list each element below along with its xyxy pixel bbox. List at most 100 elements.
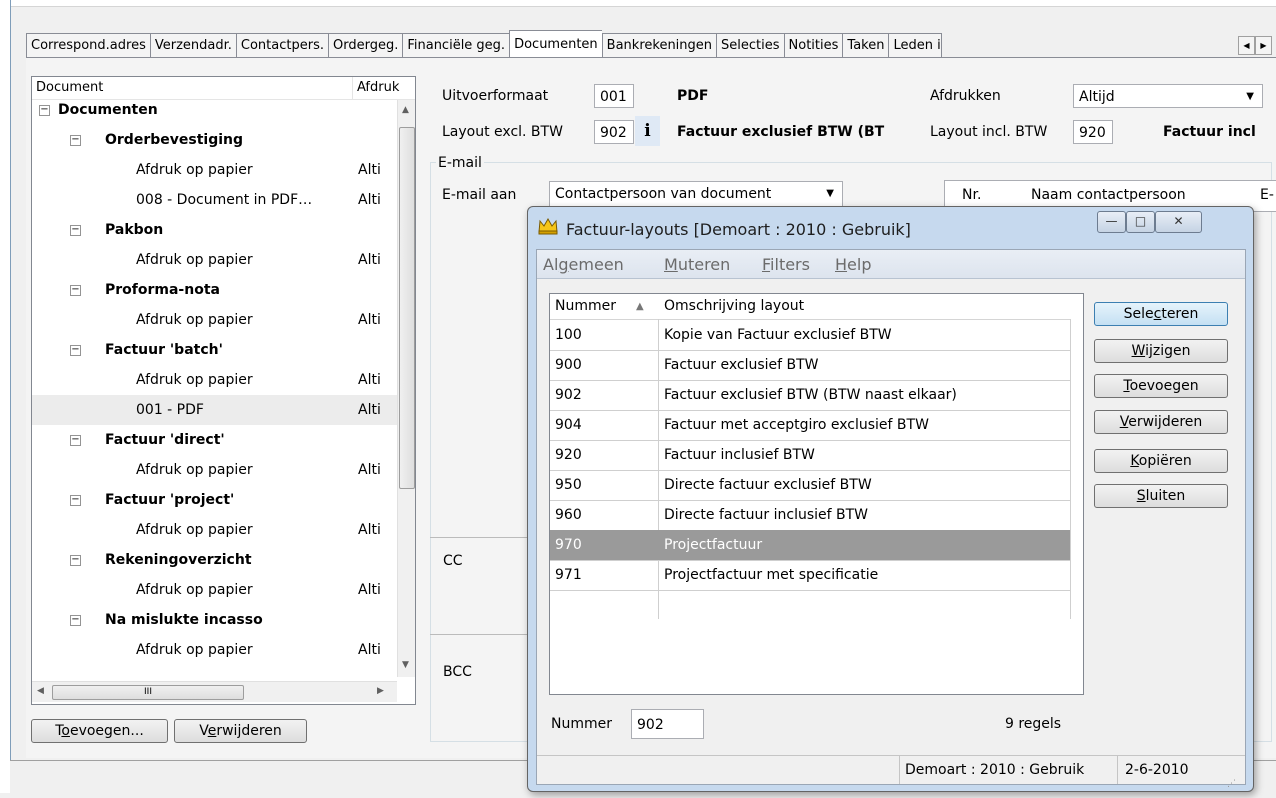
table-row[interactable]: 960 Directe factuur inclusief BTW [550, 500, 1070, 531]
tree-leaf[interactable]: Afdruk op papier Alti [32, 515, 397, 545]
column-header-naam-contactpersoon[interactable]: Naam contactpersoon [1031, 187, 1186, 203]
scroll-thumb[interactable] [399, 127, 415, 489]
table-row[interactable]: 920 Factuur inclusief BTW [550, 440, 1070, 471]
column-header-nr[interactable]: Nr. [962, 187, 981, 203]
email-aan-label: E-mail aan [442, 187, 517, 203]
delete-button[interactable]: Verwijderen [1094, 410, 1228, 434]
tree-leaf[interactable]: Afdruk op papier Alti [32, 575, 397, 605]
resize-grip-icon[interactable]: ⋰ [1227, 770, 1236, 798]
scroll-down-icon[interactable]: ▼ [402, 660, 409, 670]
cell-omschrijving: Factuur inclusief BTW [664, 447, 815, 463]
tab-notities[interactable]: Notities [783, 33, 843, 59]
chevron-down-icon: ▼ [826, 188, 834, 199]
select-button[interactable]: Selecteren [1094, 302, 1228, 326]
menu-muteren[interactable]: Muteren [664, 255, 730, 274]
tree-node-factuur-direct[interactable]: − Factuur 'direct' [32, 425, 397, 455]
email-aan-select[interactable]: Contactpersoon van document ▼ [549, 181, 843, 207]
collapse-icon[interactable]: − [70, 435, 81, 446]
column-header-nummer[interactable]: Nummer [555, 294, 616, 319]
table-row-selected[interactable]: 970 Projectfactuur [550, 530, 1070, 561]
tree-node-pakbon[interactable]: − Pakbon [32, 215, 397, 245]
scroll-right-icon[interactable]: ▶ [377, 686, 384, 696]
tree-leaf-selected[interactable]: 001 - PDF Alti [32, 395, 397, 425]
tree-leaf[interactable]: Afdruk op papier Alti [32, 155, 397, 185]
afdrukken-select[interactable]: Altijd ▼ [1073, 84, 1263, 108]
cell-omschrijving: Factuur met acceptgiro exclusief BTW [664, 417, 929, 433]
menu-algemeen[interactable]: Algemeen [543, 255, 624, 274]
collapse-icon[interactable]: − [70, 225, 81, 236]
tab-selecties[interactable]: Selecties [716, 33, 784, 59]
collapse-icon[interactable]: − [70, 615, 81, 626]
tab-contactpersonen[interactable]: Contactpers. [235, 33, 328, 59]
collapse-icon[interactable]: − [70, 345, 81, 356]
layouts-grid[interactable]: Nummer ▲ Omschrijving layout 100 Kopie va… [549, 293, 1084, 695]
email-group-title: E-mail [436, 155, 484, 171]
table-row[interactable]: 950 Directe factuur exclusief BTW [550, 470, 1070, 501]
add-button[interactable]: Toevoegen [1094, 374, 1228, 398]
tab-correspondentieadres[interactable]: Correspond.adres [26, 33, 150, 59]
collapse-icon[interactable]: − [70, 285, 81, 296]
collapse-icon[interactable]: − [70, 555, 81, 566]
tab-bankrekeningen[interactable]: Bankrekeningen [601, 33, 717, 59]
tree-node-rekeningoverzicht[interactable]: − Rekeningoverzicht [32, 545, 397, 575]
collapse-icon[interactable]: − [39, 105, 50, 116]
tree-node-factuur-project[interactable]: − Factuur 'project' [32, 485, 397, 515]
tree-node-na-mislukte-incasso[interactable]: − Na mislukte incasso [32, 605, 397, 635]
maximize-icon[interactable]: □ [1126, 211, 1155, 233]
tab-ordergegevens[interactable]: Ordergeg. [327, 33, 403, 59]
minimize-icon[interactable]: — [1097, 211, 1126, 233]
scroll-thumb[interactable]: III [52, 685, 244, 700]
cc-divider [430, 537, 540, 538]
nummer-label: Nummer [551, 716, 612, 732]
tab-scroll-right-icon[interactable]: ▶ [1255, 36, 1272, 55]
tab-financiele-gegevens[interactable]: Financiële geg. [402, 33, 510, 59]
table-row[interactable]: 902 Factuur exclusief BTW (BTW naast elka… [550, 380, 1070, 411]
dialog-body: Algemeen Muteren Filters Help Nummer ▲ O… [536, 249, 1246, 789]
tab-verzendadres[interactable]: Verzendadr. [149, 33, 236, 59]
tree-root-documenten[interactable]: − Documenten [32, 95, 397, 125]
uitvoerformaat-description: PDF [677, 88, 709, 104]
close-button[interactable]: Sluiten [1094, 484, 1228, 508]
table-row[interactable]: 971 Projectfactuur met specificatie [550, 560, 1070, 591]
scroll-up-icon[interactable]: ▲ [402, 105, 409, 115]
nummer-input[interactable]: 902 [631, 709, 704, 739]
copy-button[interactable]: Kopiëren [1094, 449, 1228, 473]
info-icon[interactable]: i [635, 116, 660, 146]
menu-help[interactable]: Help [835, 255, 871, 274]
tab-taken[interactable]: Taken [842, 33, 889, 59]
tree-node-proforma-nota[interactable]: − Proforma-nota [32, 275, 397, 305]
tree-node-factuur-batch[interactable]: − Factuur 'batch' [32, 335, 397, 365]
tab-documenten[interactable]: Documenten [509, 30, 602, 58]
status-divider [899, 756, 900, 784]
tree-horizontal-scrollbar[interactable]: ◀ III ▶ [32, 681, 397, 702]
layout-excl-input[interactable]: 902 [594, 120, 634, 144]
document-tree[interactable]: Document Afdruk − Documenten − Orderbeve… [31, 76, 416, 705]
tree-leaf[interactable]: Afdruk op papier Alti [32, 365, 397, 395]
add-document-button[interactable]: Toevoegen... [31, 719, 168, 743]
column-header-email[interactable]: E- [1260, 187, 1274, 203]
chevron-down-icon: ▼ [1246, 91, 1254, 102]
tab-scroll-left-icon[interactable]: ◀ [1238, 36, 1255, 55]
tree-leaf[interactable]: 008 - Document in PDF… Alti [32, 185, 397, 215]
layout-incl-input[interactable]: 920 [1073, 120, 1113, 144]
menu-filters[interactable]: Filters [762, 255, 810, 274]
table-row[interactable]: 904 Factuur met acceptgiro exclusief BTW [550, 410, 1070, 441]
collapse-icon[interactable]: − [70, 135, 81, 146]
tab-leden-inkoop[interactable]: Leden ink [888, 33, 943, 59]
collapse-icon[interactable]: − [70, 495, 81, 506]
close-icon[interactable]: ✕ [1155, 211, 1202, 233]
scroll-left-icon[interactable]: ◀ [37, 686, 44, 696]
tree-leaf[interactable]: Afdruk op papier Alti [32, 305, 397, 335]
tree-leaf[interactable]: Afdruk op papier Alti [32, 245, 397, 275]
uitvoerformaat-input[interactable]: 001 [594, 84, 634, 108]
tree-vertical-scrollbar[interactable]: ▲ ▼ [397, 100, 415, 677]
column-header-omschrijving[interactable]: Omschrijving layout [664, 294, 804, 319]
tree-node-orderbevestiging[interactable]: − Orderbevestiging [32, 125, 397, 155]
edit-button[interactable]: Wijzigen [1094, 339, 1228, 363]
tree-leaf[interactable]: Afdruk op papier Alti [32, 455, 397, 485]
tree-leaf[interactable]: Afdruk op papier Alti [32, 635, 397, 665]
remove-document-button[interactable]: Verwijderen [174, 719, 307, 743]
table-row[interactable]: 900 Factuur exclusief BTW [550, 350, 1070, 381]
cell-omschrijving: Factuur exclusief BTW [664, 357, 819, 373]
table-row[interactable]: 100 Kopie van Factuur exclusief BTW [550, 320, 1070, 351]
